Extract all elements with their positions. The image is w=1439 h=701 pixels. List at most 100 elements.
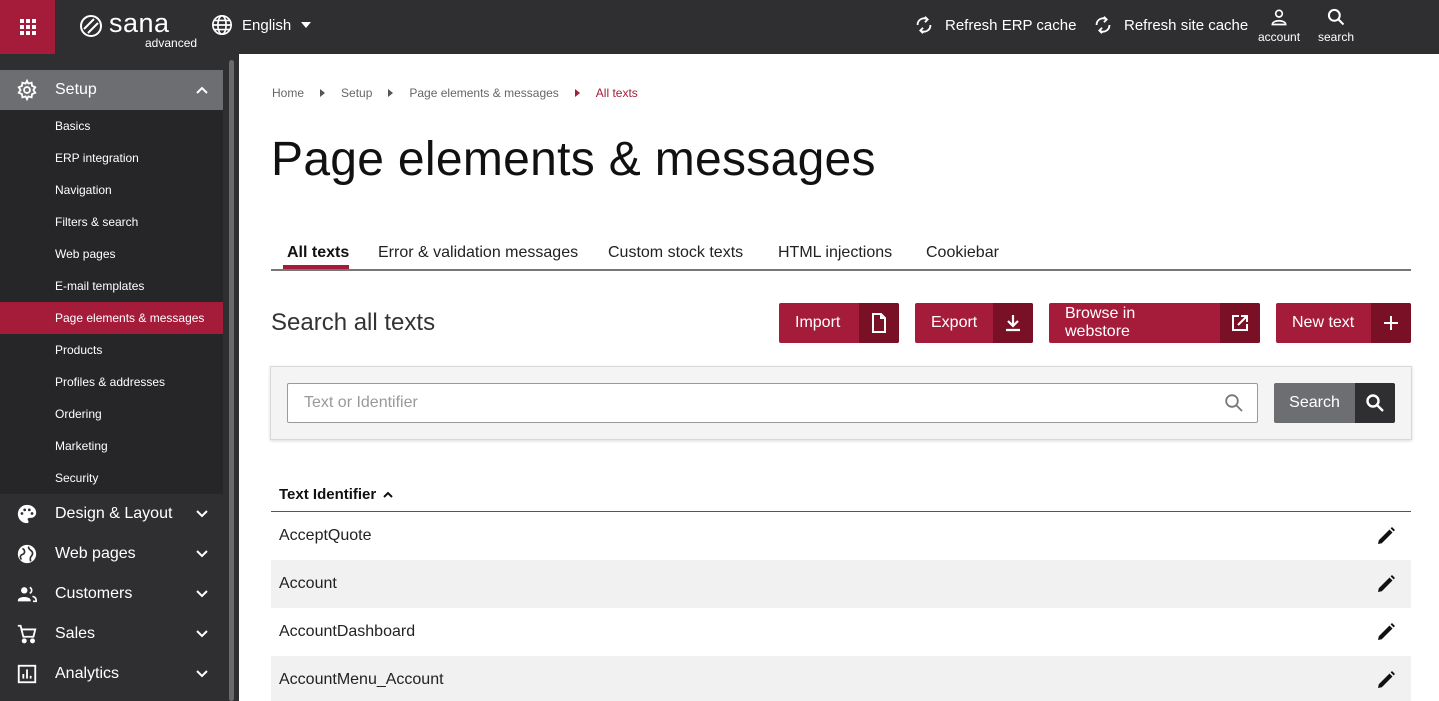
logo-name: sana — [109, 8, 170, 38]
tab-custom-stock-texts[interactable]: Custom stock texts — [608, 244, 743, 262]
sidebar-section-label: Customers — [55, 585, 133, 602]
sort-ascending-icon — [383, 491, 393, 498]
gear-icon — [17, 79, 37, 101]
edit-pencil-icon[interactable] — [1376, 574, 1396, 594]
refresh-site-label: Refresh site cache — [1124, 16, 1249, 34]
people-icon — [17, 586, 37, 603]
sidebar-item-profiles-addresses[interactable]: Profiles & addresses — [0, 366, 223, 398]
tab-error-validation-messages[interactable]: Error & validation messages — [378, 244, 578, 262]
search-input-wrapper — [287, 383, 1258, 423]
sidebar-section-label: Web pages — [55, 545, 136, 562]
search-button-label: Search — [1274, 383, 1355, 423]
edit-pencil-icon[interactable] — [1376, 670, 1396, 690]
refresh-erp-cache-button[interactable]: Refresh ERP cache — [913, 14, 1076, 36]
sana-logo[interactable]: sana advanced — [79, 8, 198, 50]
sidebar: Setup Basics ERP integration Navigation … — [0, 54, 239, 701]
sidebar-section-label: Sales — [55, 625, 96, 642]
chevron-down-icon — [196, 670, 208, 678]
sidebar-item-navigation[interactable]: Navigation — [0, 174, 223, 206]
tab-cookiebar[interactable]: Cookiebar — [926, 244, 999, 262]
sidebar-section-analytics[interactable]: Analytics — [0, 654, 223, 694]
sana-logo-icon — [80, 15, 102, 37]
sidebar-section-setup[interactable]: Setup — [0, 70, 223, 110]
sidebar-item-filters-search[interactable]: Filters & search — [0, 206, 223, 238]
browse-in-webstore-button[interactable]: Browse in webstore — [1049, 303, 1260, 343]
account-label: account — [1258, 30, 1301, 44]
grid-icon — [19, 19, 36, 35]
chevron-down-icon — [196, 630, 208, 638]
download-icon — [1006, 315, 1021, 332]
table-row[interactable]: AccountDashboard — [271, 608, 1411, 656]
table-row[interactable]: Account — [271, 560, 1411, 608]
column-header-text-identifier[interactable]: Text Identifier — [271, 478, 1411, 512]
edit-pencil-icon[interactable] — [1376, 622, 1396, 642]
refresh-site-cache-button[interactable]: Refresh site cache — [1092, 14, 1248, 36]
language-selector[interactable]: English — [211, 14, 312, 36]
sidebar-item-page-elements[interactable]: Page elements & messages — [0, 302, 223, 334]
page-title: Page elements & messages — [271, 133, 876, 186]
tab-bar: All texts Error & validation messages Cu… — [271, 240, 1411, 271]
chevron-down-icon — [196, 590, 208, 598]
sidebar-item-marketing[interactable]: Marketing — [0, 430, 223, 462]
row-identifier: AccountMenu_Account — [279, 671, 444, 688]
sidebar-section-label: Setup — [55, 81, 97, 98]
global-search-button[interactable]: search — [1318, 7, 1354, 44]
chevron-down-icon — [196, 550, 208, 558]
export-label: Export — [931, 314, 978, 331]
sidebar-item-products[interactable]: Products — [0, 334, 223, 366]
user-icon — [1271, 9, 1287, 26]
search-icon — [1225, 394, 1243, 412]
browse-label: Browse in webstore — [1065, 305, 1136, 340]
sidebar-section-customers[interactable]: Customers — [0, 574, 223, 614]
file-icon — [872, 313, 886, 333]
tab-all-texts[interactable]: All texts — [287, 244, 349, 262]
breadcrumb-separator-icon — [320, 89, 326, 97]
breadcrumb-home[interactable]: Home — [272, 86, 304, 100]
breadcrumb: Home Setup Page elements & messages All … — [272, 86, 638, 100]
search-panel: Search — [270, 366, 1412, 440]
sidebar-item-basics[interactable]: Basics — [0, 110, 223, 142]
sidebar-scrollbar[interactable] — [229, 60, 234, 701]
sidebar-item-web-pages[interactable]: Web pages — [0, 238, 223, 270]
sidebar-item-ordering[interactable]: Ordering — [0, 398, 223, 430]
tab-html-injections[interactable]: HTML injections — [778, 244, 892, 262]
caret-down-icon — [301, 22, 312, 28]
refresh-icon — [1095, 16, 1111, 34]
import-button[interactable]: Import — [779, 303, 899, 343]
palette-icon — [17, 504, 37, 524]
breadcrumb-setup[interactable]: Setup — [341, 86, 372, 100]
setup-submenu: Basics ERP integration Navigation Filter… — [0, 110, 223, 494]
table-row[interactable]: AccountMenu_Account — [271, 656, 1411, 701]
row-identifier: Account — [279, 575, 337, 592]
sidebar-section-sales[interactable]: Sales — [0, 614, 223, 654]
top-bar: sana advanced English Refresh ERP cache — [0, 0, 1439, 54]
search-input[interactable] — [288, 384, 1218, 422]
refresh-erp-label: Refresh ERP cache — [945, 16, 1077, 34]
search-icon — [1366, 394, 1384, 412]
sidebar-item-email-templates[interactable]: E-mail templates — [0, 270, 223, 302]
chevron-down-icon — [196, 510, 208, 518]
sidebar-item-erp-integration[interactable]: ERP integration — [0, 142, 223, 174]
sidebar-section-label: Analytics — [55, 665, 120, 682]
new-text-button[interactable]: New text — [1276, 303, 1411, 343]
refresh-icon — [916, 16, 932, 34]
table-row[interactable]: AcceptQuote — [271, 512, 1411, 560]
breadcrumb-separator-icon — [574, 89, 580, 97]
new-text-label: New text — [1292, 314, 1355, 331]
import-label: Import — [795, 314, 841, 331]
search-button[interactable]: Search — [1274, 383, 1395, 423]
export-button[interactable]: Export — [915, 303, 1033, 343]
app-launcher-button[interactable] — [0, 0, 55, 54]
language-label: English — [242, 16, 292, 34]
sidebar-section-design-layout[interactable]: Design & Layout — [0, 494, 223, 534]
search-icon — [1327, 8, 1345, 26]
breadcrumb-page-elements[interactable]: Page elements & messages — [409, 86, 558, 100]
sidebar-section-web-pages[interactable]: Web pages — [0, 534, 223, 574]
search-label: search — [1318, 30, 1355, 44]
edit-pencil-icon[interactable] — [1376, 526, 1396, 546]
breadcrumb-current: All texts — [595, 86, 638, 100]
chevron-up-icon — [196, 86, 208, 94]
account-button[interactable]: account — [1258, 7, 1300, 44]
sidebar-item-security[interactable]: Security — [0, 462, 223, 494]
logo-edition: advanced — [145, 36, 198, 50]
